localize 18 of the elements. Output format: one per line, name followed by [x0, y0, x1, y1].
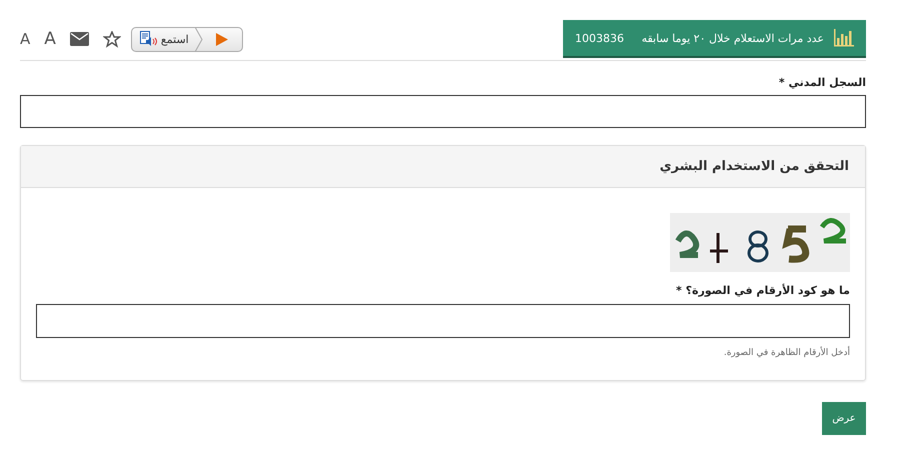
hint-text: أدخل الأرقام الظاهرة في الصورة. — [724, 348, 850, 358]
listen-button[interactable]: استمع — [130, 26, 243, 52]
chevron-divider-icon — [194, 26, 203, 52]
increase-font-button[interactable]: A — [44, 30, 56, 48]
bar-chart-icon — [834, 29, 854, 47]
input-field[interactable] — [36, 304, 850, 338]
mail-icon[interactable] — [70, 32, 89, 46]
play-icon — [216, 32, 228, 46]
submit-button[interactable]: عرض — [822, 402, 866, 435]
card-title: التحقق من الاستخدام البشري — [660, 159, 849, 174]
field-label: السجل المدني * — [778, 76, 866, 89]
decrease-font-button[interactable]: A — [20, 32, 30, 46]
stats-count: 1003836 — [575, 32, 624, 44]
star-icon[interactable] — [102, 30, 121, 48]
input-field[interactable] — [20, 95, 866, 128]
speaker-document-icon — [140, 31, 157, 47]
stats-label: عدد مرات الاستعلام خلال ٢٠ يوما سابقه — [642, 32, 824, 44]
field-label: ما هو كود الأرقام في الصورة؟ * — [676, 284, 850, 297]
